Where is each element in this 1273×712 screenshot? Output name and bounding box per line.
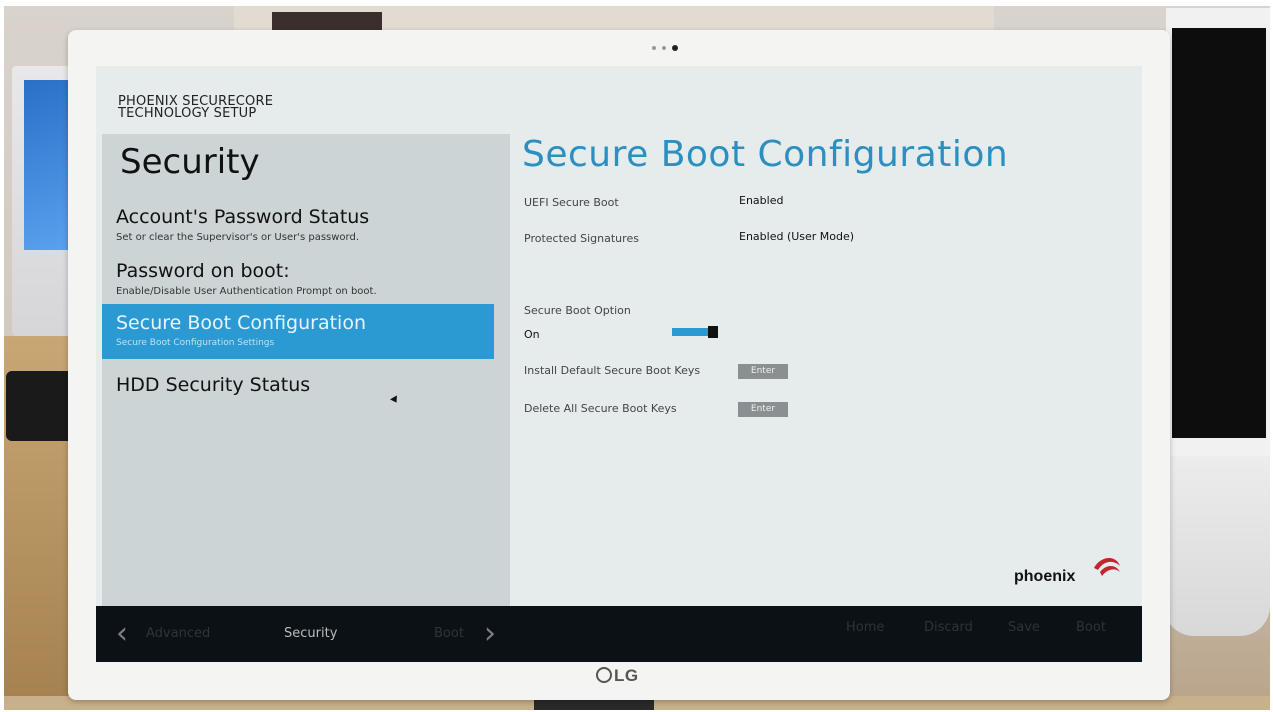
bios-screen: PHOENIX SECURECORE TECHNOLOGY SETUP Secu… <box>96 66 1142 662</box>
secure-boot-option-value: On <box>524 328 540 341</box>
phoenix-logo: phoenix <box>1014 554 1124 594</box>
main-panel: Secure Boot Configuration UEFI Secure Bo… <box>510 134 1140 606</box>
tab-security[interactable]: Security <box>284 626 337 641</box>
toggle-knob[interactable] <box>708 326 718 338</box>
header-line-2: TECHNOLOGY SETUP <box>118 106 257 121</box>
boot-button[interactable]: Boot <box>1076 620 1106 635</box>
uefi-secure-boot-label: UEFI Secure Boot <box>524 196 619 209</box>
monitor-brand-logo: LG <box>596 666 639 686</box>
protected-signatures-label: Protected Signatures <box>524 232 639 245</box>
menu-item-description: Secure Boot Configuration Settings <box>116 338 275 348</box>
webcam-icon <box>648 44 688 52</box>
menu-item-account-password-status[interactable]: Account's Password Status Set or clear t… <box>102 198 494 251</box>
menu-item-label: Account's Password Status <box>116 206 370 228</box>
menu-item-secure-boot-configuration[interactable]: Secure Boot Configuration Secure Boot Co… <box>102 304 494 359</box>
phoenix-swoosh-icon <box>1094 557 1120 576</box>
tab-boot[interactable]: Boot <box>434 626 464 641</box>
next-tab-arrow-icon[interactable]: › <box>484 616 496 651</box>
toggle-track <box>672 328 710 336</box>
menu-item-description: Set or clear the Supervisor's or User's … <box>116 232 360 243</box>
menu-item-label: Password on boot: <box>116 260 290 282</box>
phoenix-logo-text: phoenix <box>1014 568 1076 585</box>
home-button[interactable]: Home <box>846 620 884 635</box>
delete-all-keys-label: Delete All Secure Boot Keys <box>524 402 677 415</box>
footer-nav: ‹ Advanced Security Boot › Home Discard … <box>96 606 1142 662</box>
page-title: Secure Boot Configuration <box>522 134 1009 175</box>
install-default-keys-button[interactable]: Enter <box>738 364 788 379</box>
section-title: Security <box>120 142 260 182</box>
menu-item-password-on-boot[interactable]: Password on boot: Enable/Disable User Au… <box>102 252 494 305</box>
install-default-keys-label: Install Default Secure Boot Keys <box>524 364 701 377</box>
protected-signatures-value: Enabled (User Mode) <box>739 230 855 243</box>
menu-item-hdd-security-status[interactable]: HDD Security Status <box>102 366 494 404</box>
secure-boot-option-label: Secure Boot Option <box>524 304 631 317</box>
setup-header: PHOENIX SECURECORE TECHNOLOGY SETUP <box>118 95 273 121</box>
discard-button[interactable]: Discard <box>924 620 973 635</box>
save-button[interactable]: Save <box>1008 620 1040 635</box>
tab-advanced[interactable]: Advanced <box>146 626 210 641</box>
menu-item-label: HDD Security Status <box>116 374 311 396</box>
secure-boot-option-toggle[interactable] <box>672 326 718 338</box>
lg-logo-icon <box>596 667 612 683</box>
background-monitor-stand <box>1164 456 1270 636</box>
menu-item-label: Secure Boot Configuration <box>116 312 366 334</box>
bios-content: PHOENIX SECURECORE TECHNOLOGY SETUP Secu… <box>96 66 1142 606</box>
uefi-secure-boot-value: Enabled <box>739 194 784 207</box>
background-monitor <box>1166 8 1270 458</box>
menu-item-description: Enable/Disable User Authentication Promp… <box>116 286 377 297</box>
prev-tab-arrow-icon[interactable]: ‹ <box>116 616 128 651</box>
delete-all-keys-button[interactable]: Enter <box>738 402 788 417</box>
sidebar: Security Account's Password Status Set o… <box>102 134 510 606</box>
